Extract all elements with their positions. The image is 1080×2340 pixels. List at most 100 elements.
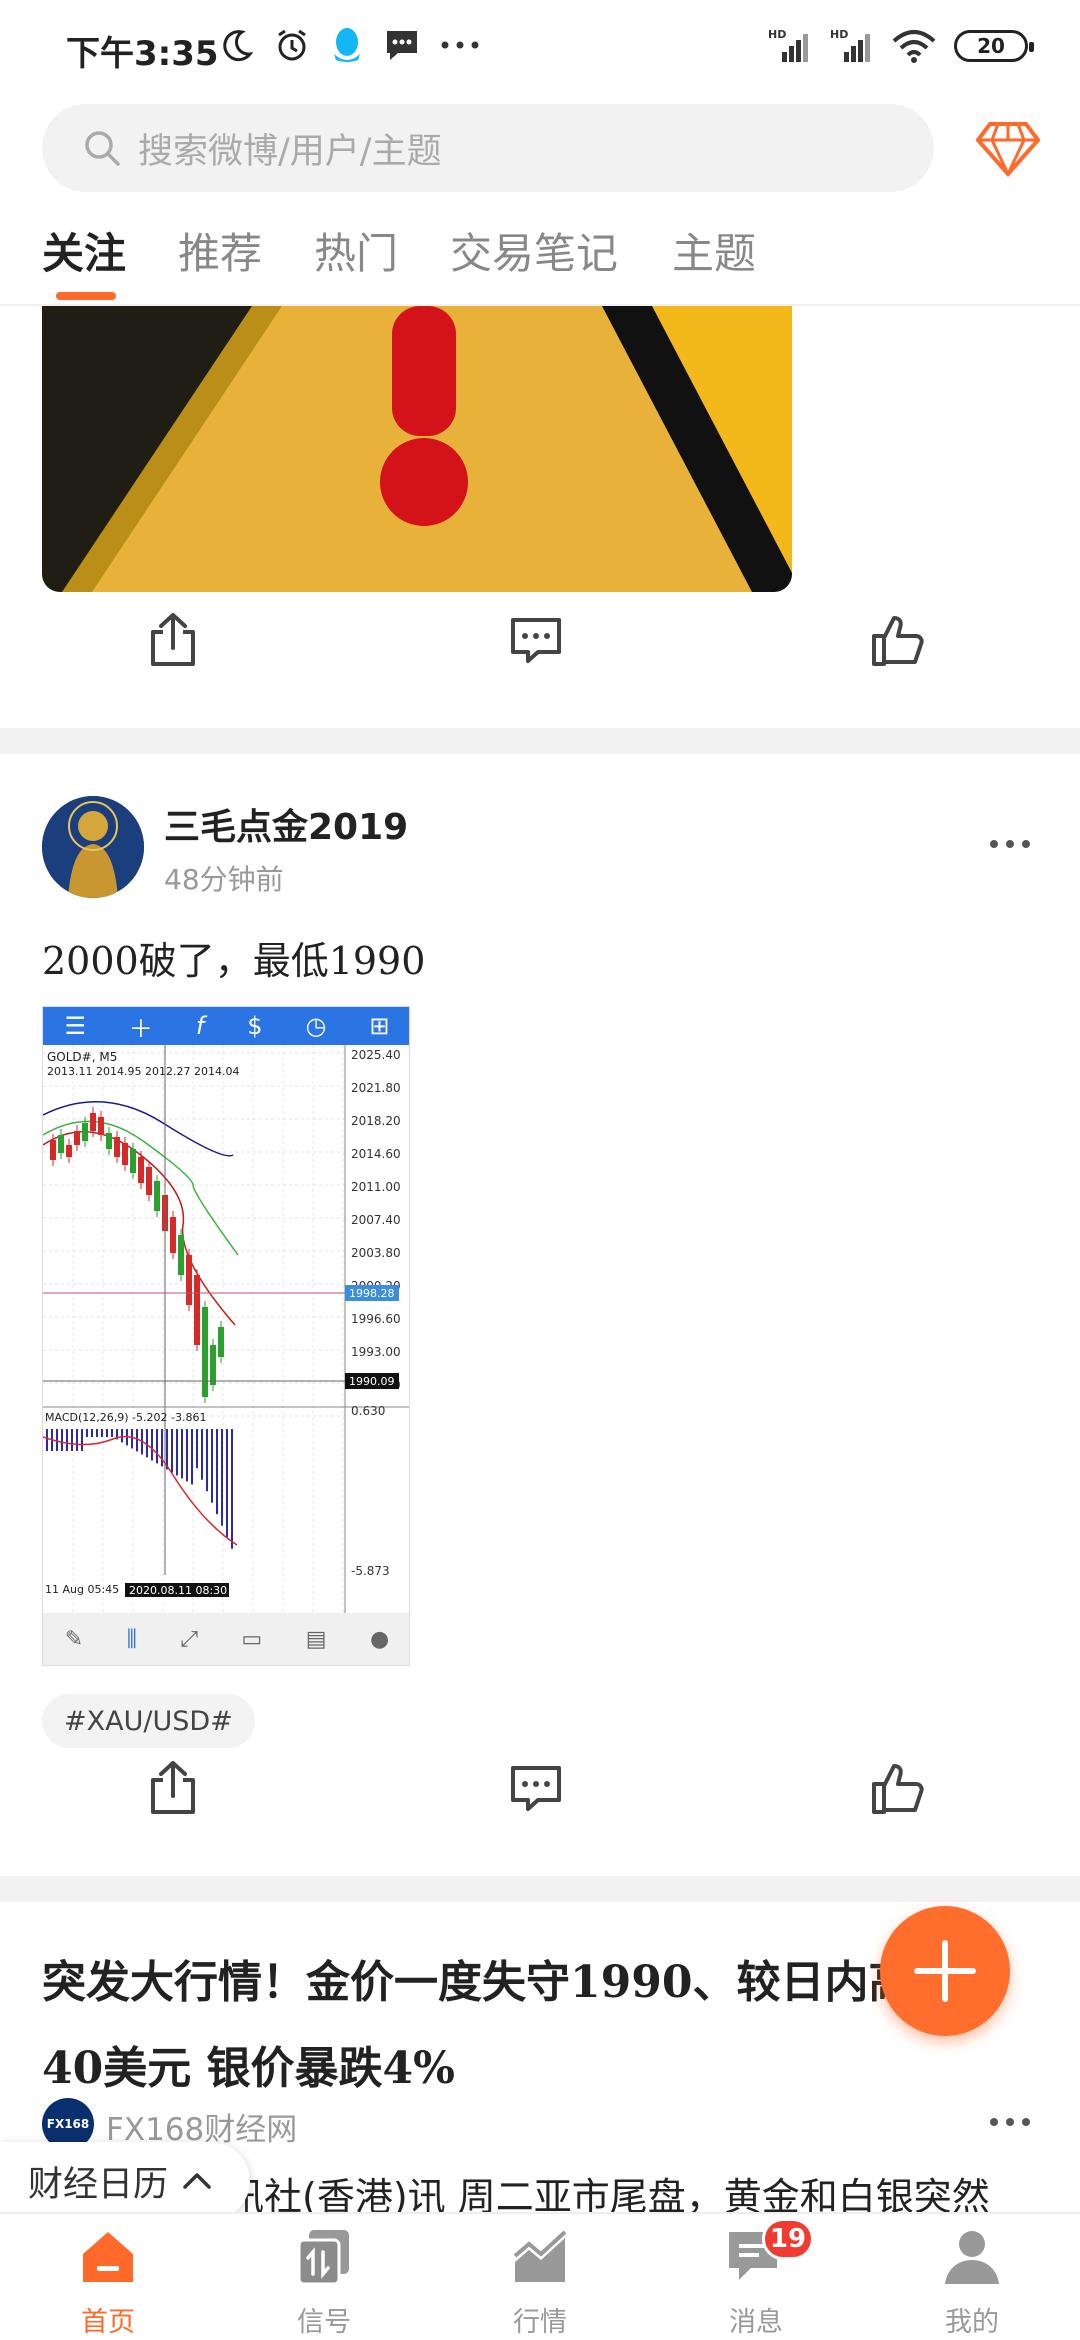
nav-label: 行情 — [513, 2307, 567, 2338]
like-icon[interactable] — [870, 1760, 926, 1816]
price-tick-label: 1993.00 — [351, 1345, 401, 1359]
create-post-button[interactable] — [880, 1906, 1010, 2036]
price-tick-label: 2025.40 — [351, 1048, 401, 1062]
wifi-icon — [892, 30, 936, 63]
candle-body — [154, 1181, 160, 1211]
share-icon[interactable] — [145, 1760, 201, 1816]
trend-icon: ⤢ — [180, 1626, 198, 1652]
bottom-navigation: 首页 信号 行情 19 消息 我的 — [0, 2212, 1080, 2340]
nav-profile[interactable]: 我的 — [912, 2226, 1032, 2339]
topic-tag[interactable]: #XAU/USD# — [42, 1694, 255, 1748]
status-time: 下午3:35 — [66, 34, 219, 74]
moon-icon — [223, 30, 254, 62]
candle-body — [122, 1143, 128, 1165]
warning-sign-image — [42, 306, 792, 592]
post-divider — [0, 1876, 1080, 1902]
candle-body — [82, 1123, 88, 1141]
author-name[interactable]: 三毛点金2019 — [164, 798, 408, 850]
nav-label: 我的 — [945, 2307, 999, 2338]
clock-icon: ◷ — [305, 1012, 327, 1040]
low-price-label: 1990.09 — [349, 1375, 395, 1388]
candle-body — [138, 1157, 144, 1183]
buddha-avatar-image — [42, 796, 144, 898]
price-tick-label: 1996.60 — [351, 1312, 401, 1326]
chevron-up-icon — [183, 2173, 211, 2189]
candles-icon: ⫼ — [126, 1626, 137, 1652]
feed-tabs: 关注 推荐 热门 交易笔记 主题 — [0, 210, 1080, 306]
candle-body — [202, 1307, 208, 1397]
chart-symbol-label: GOLD#, M5 — [47, 1050, 117, 1064]
qq-icon — [334, 28, 360, 62]
comment-icon[interactable] — [508, 1760, 564, 1816]
inbox-icon: ▭ — [241, 1626, 263, 1652]
post1-actions — [0, 612, 1080, 732]
search-input[interactable]: 搜索微博/用户/主题 — [42, 104, 934, 192]
more-notifications-icon — [441, 41, 479, 49]
nav-signal[interactable]: 信号 — [264, 2226, 384, 2339]
comment-icon[interactable] — [508, 612, 564, 668]
share-icon[interactable] — [145, 612, 201, 668]
nav-label: 首页 — [81, 2307, 135, 2338]
more-options-button[interactable] — [990, 840, 1030, 856]
price-tick-label: 2018.20 — [351, 1114, 401, 1128]
candle-body — [194, 1275, 200, 1345]
battery-indicator: 20 — [954, 30, 1034, 62]
search-icon — [85, 131, 120, 166]
time-cursor-label: 2020.08.11 08:30 — [129, 1584, 227, 1597]
tab-topics[interactable]: 主题 — [672, 220, 756, 281]
candle-body — [210, 1345, 216, 1385]
add-icon: ⊞ — [369, 1012, 390, 1040]
price-icon: $ — [247, 1012, 263, 1040]
candle-body — [178, 1235, 184, 1275]
post-image-warning[interactable] — [42, 306, 792, 592]
price-tick-label: 2011.00 — [351, 1180, 401, 1194]
finance-calendar-toggle[interactable]: 财经日历 — [0, 2142, 251, 2220]
signal-icon — [297, 2230, 349, 2286]
nav-market[interactable]: 行情 — [480, 2226, 600, 2339]
post-timestamp: 48分钟前 — [164, 863, 284, 896]
avatar[interactable] — [42, 796, 144, 898]
status-system-icons: HD HD 20 — [768, 28, 1034, 64]
status-notification-icons — [220, 26, 480, 64]
candle-body — [114, 1137, 120, 1157]
alarm-icon — [278, 29, 306, 61]
nav-label: 消息 — [729, 2307, 783, 2338]
signal-strength-icon-2: HD — [830, 28, 870, 62]
diamond-icon[interactable] — [976, 118, 1040, 178]
post2-actions — [0, 1760, 1080, 1880]
svg-text:HD: HD — [768, 28, 786, 41]
candle-body — [186, 1255, 192, 1305]
tab-hot[interactable]: 热门 — [314, 220, 398, 281]
price-tick-label: 2021.80 — [351, 1081, 401, 1095]
crosshair-icon: ＋ — [128, 1014, 153, 1043]
macd-label: MACD(12,26,9) -5.202 -3.861 — [45, 1411, 206, 1424]
tab-trading-notes[interactable]: 交易笔记 — [450, 220, 618, 281]
candle-body — [98, 1117, 104, 1135]
unread-badge: 19 — [762, 2218, 814, 2260]
like-icon[interactable] — [870, 612, 926, 668]
nav-messages[interactable]: 19 消息 — [696, 2218, 816, 2339]
home-icon — [83, 2232, 133, 2282]
tab-recommend[interactable]: 推荐 — [178, 220, 262, 281]
candle-body — [170, 1217, 176, 1253]
price-tick-label: 2003.80 — [351, 1246, 401, 1260]
nav-label: 信号 — [297, 2307, 351, 2338]
nav-home[interactable]: 首页 — [48, 2226, 168, 2339]
candle-body — [50, 1140, 56, 1160]
current-price-label: 1998.28 — [349, 1287, 395, 1300]
tab-following[interactable]: 关注 — [42, 220, 126, 281]
news-icon: ▤ — [305, 1626, 327, 1652]
price-tick-label: 2014.60 — [351, 1147, 401, 1161]
macd-top-label: 0.630 — [351, 1404, 385, 1418]
signal-strength-icon: HD — [768, 28, 808, 62]
profile-icon — [945, 2231, 999, 2284]
chart-toolbar: ☰ ＋ f $ ◷ ⊞ — [43, 1007, 409, 1045]
more-options-button[interactable] — [990, 2118, 1030, 2134]
trading-chart-image[interactable]: ☰ ＋ f $ ◷ ⊞ 2025.40 2021.80 2018.20 2014.60… — [42, 1006, 410, 1666]
time-start-label: 11 Aug 05:45 — [45, 1583, 119, 1596]
menu-icon: ☰ — [64, 1012, 86, 1040]
price-chart-svg: 2025.40 2021.80 2018.20 2014.60 2011.00 2007.… — [43, 1045, 409, 1615]
svg-text:HD: HD — [830, 28, 848, 41]
candle-body — [66, 1145, 72, 1157]
market-icon — [513, 2230, 567, 2282]
